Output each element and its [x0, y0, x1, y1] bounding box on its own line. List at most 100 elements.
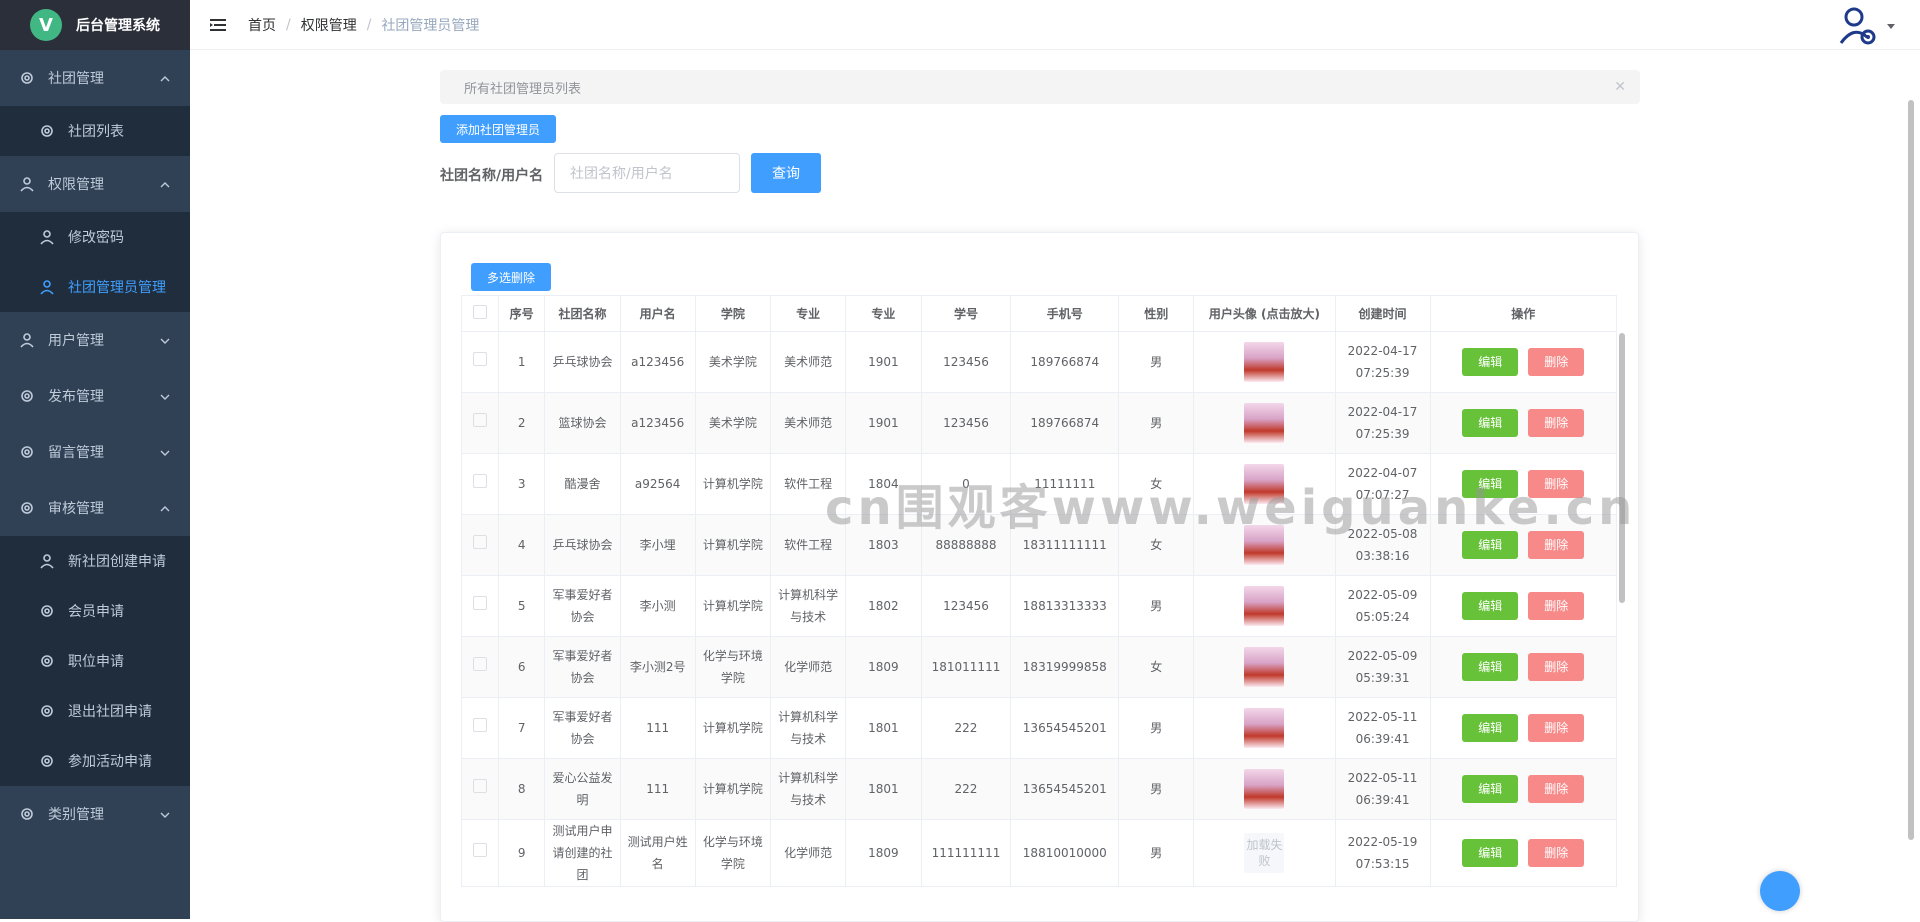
cell-major: 计算机科学与技术: [771, 576, 846, 637]
delete-button[interactable]: 删除: [1528, 470, 1584, 498]
table-row[interactable]: 6军事爱好者协会李小测2号化学与环境学院化学师范1809181011111183…: [462, 637, 1617, 698]
row-checkbox[interactable]: [473, 843, 487, 857]
sidebar-item[interactable]: 社团列表: [0, 106, 190, 156]
sidebar-group-6[interactable]: 类别管理: [0, 786, 190, 842]
table-row[interactable]: 4乒乓球协会李小埋计算机学院软件工程1803888888881831111111…: [462, 515, 1617, 576]
cell-major: 软件工程: [771, 454, 846, 515]
avatar-thumbnail[interactable]: [1244, 769, 1284, 809]
cell-college: 计算机学院: [695, 759, 770, 820]
cell-gender: 男: [1119, 393, 1194, 454]
row-checkbox[interactable]: [473, 352, 487, 366]
select-all-cell: [462, 296, 499, 332]
edit-button[interactable]: 编辑: [1462, 775, 1518, 803]
row-checkbox-cell: [462, 637, 499, 698]
row-checkbox[interactable]: [473, 596, 487, 610]
table-row[interactable]: 5军事爱好者协会李小测计算机学院计算机科学与技术1802123456188133…: [462, 576, 1617, 637]
cell-actions: 编辑删除: [1430, 759, 1617, 820]
sidebar-submenu: 修改密码社团管理员管理: [0, 212, 190, 312]
cell-phone: 189766874: [1011, 393, 1119, 454]
avatar-thumbnail[interactable]: [1244, 464, 1284, 504]
edit-button[interactable]: 编辑: [1462, 348, 1518, 376]
sidebar-item[interactable]: 会员申请: [0, 586, 190, 636]
avatar-thumbnail[interactable]: [1244, 525, 1284, 565]
avatar-thumbnail[interactable]: [1244, 342, 1284, 382]
row-checkbox[interactable]: [473, 718, 487, 732]
select-all-checkbox[interactable]: [473, 305, 487, 319]
row-checkbox[interactable]: [473, 413, 487, 427]
hamburger-icon[interactable]: [208, 15, 228, 35]
breadcrumb-permissions[interactable]: 权限管理: [301, 15, 357, 35]
edit-button[interactable]: 编辑: [1462, 470, 1518, 498]
table-row[interactable]: 2篮球协会a123456美术学院美术师范1901123456189766874男…: [462, 393, 1617, 454]
breadcrumb-separator: /: [286, 17, 291, 33]
edit-button[interactable]: 编辑: [1462, 714, 1518, 742]
sidebar-item[interactable]: 修改密码: [0, 212, 190, 262]
edit-button[interactable]: 编辑: [1462, 409, 1518, 437]
column-header: 用户头像 (点击放大): [1194, 296, 1335, 332]
delete-button[interactable]: 删除: [1528, 348, 1584, 376]
avatar-thumbnail[interactable]: [1244, 403, 1284, 443]
edit-button[interactable]: 编辑: [1462, 592, 1518, 620]
row-checkbox[interactable]: [473, 779, 487, 793]
avatar-thumbnail[interactable]: [1244, 586, 1284, 626]
breadcrumb-home[interactable]: 首页: [248, 15, 276, 35]
cell-club: 爱心公益发明: [545, 759, 620, 820]
table-scrollbar[interactable]: [1619, 333, 1625, 603]
delete-button[interactable]: 删除: [1528, 531, 1584, 559]
edit-button[interactable]: 编辑: [1462, 653, 1518, 681]
cell-class: 1901: [846, 332, 921, 393]
delete-button[interactable]: 删除: [1528, 409, 1584, 437]
sidebar-group-0[interactable]: 社团管理: [0, 50, 190, 106]
column-header: 学号: [921, 296, 1011, 332]
cell-club: 军事爱好者协会: [545, 637, 620, 698]
logo[interactable]: V 后台管理系统: [0, 0, 190, 50]
table-row[interactable]: 9测试用户申请创建的社团测试用户姓名化学与环境学院化学师范18091111111…: [462, 820, 1617, 887]
table-row[interactable]: 7军事爱好者协会111计算机学院计算机科学与技术1801222136545452…: [462, 698, 1617, 759]
sidebar-group-label: 权限管理: [48, 174, 104, 194]
edit-button[interactable]: 编辑: [1462, 531, 1518, 559]
user-avatar-menu[interactable]: [1838, 4, 1898, 48]
delete-button[interactable]: 删除: [1528, 839, 1584, 867]
search-button[interactable]: 查询: [751, 153, 821, 193]
avatar-thumbnail[interactable]: [1244, 708, 1284, 748]
add-club-admin-button[interactable]: 添加社团管理员: [440, 115, 556, 143]
sidebar-group-2[interactable]: 用户管理: [0, 312, 190, 368]
row-checkbox[interactable]: [473, 657, 487, 671]
cell-actions: 编辑删除: [1430, 637, 1617, 698]
avatar-thumbnail[interactable]: [1244, 647, 1284, 687]
delete-button[interactable]: 删除: [1528, 653, 1584, 681]
delete-button[interactable]: 删除: [1528, 592, 1584, 620]
cell-user: 李小测: [620, 576, 695, 637]
sidebar-item[interactable]: 退出社团申请: [0, 686, 190, 736]
table-row[interactable]: 1乒乓球协会a123456美术学院美术师范1901123456189766874…: [462, 332, 1617, 393]
row-checkbox[interactable]: [473, 474, 487, 488]
page-scrollbar[interactable]: [1908, 100, 1914, 840]
topbar: 首页 / 权限管理 / 社团管理员管理: [190, 0, 1920, 50]
back-to-top-button[interactable]: [1760, 871, 1800, 911]
multi-delete-button[interactable]: 多选删除: [471, 263, 551, 291]
column-header: 性别: [1119, 296, 1194, 332]
sidebar-item[interactable]: 社团管理员管理: [0, 262, 190, 312]
cell-created: 2022-05-08 03:38:16: [1335, 515, 1430, 576]
edit-button[interactable]: 编辑: [1462, 839, 1518, 867]
close-icon[interactable]: ✕: [1614, 79, 1626, 95]
sidebar-group-4[interactable]: 留言管理: [0, 424, 190, 480]
sidebar-item[interactable]: 新社团创建申请: [0, 536, 190, 586]
cell-created: 2022-05-11 06:39:41: [1335, 698, 1430, 759]
search-input[interactable]: 社团名称/用户名: [554, 153, 740, 193]
row-checkbox[interactable]: [473, 535, 487, 549]
cell-college: 化学与环境学院: [695, 820, 770, 887]
avatar-load-failed[interactable]: 加载失败: [1244, 833, 1284, 873]
sidebar-group-1[interactable]: 权限管理: [0, 156, 190, 212]
search-label: 社团名称/用户名: [440, 165, 543, 185]
table-row[interactable]: 8爱心公益发明111计算机学院计算机科学与技术18012221365454520…: [462, 759, 1617, 820]
table-row[interactable]: 3酷漫舍a92564计算机学院软件工程1804011111111女2022-04…: [462, 454, 1617, 515]
sidebar-item[interactable]: 参加活动申请: [0, 736, 190, 786]
sidebar-item[interactable]: 职位申请: [0, 636, 190, 686]
delete-button[interactable]: 删除: [1528, 775, 1584, 803]
sidebar-group-5[interactable]: 审核管理: [0, 480, 190, 536]
delete-button[interactable]: 删除: [1528, 714, 1584, 742]
user-icon: [18, 331, 36, 349]
sidebar-group-3[interactable]: 发布管理: [0, 368, 190, 424]
sidebar: V 后台管理系统 社团管理社团列表权限管理修改密码社团管理员管理用户管理发布管理…: [0, 0, 190, 919]
